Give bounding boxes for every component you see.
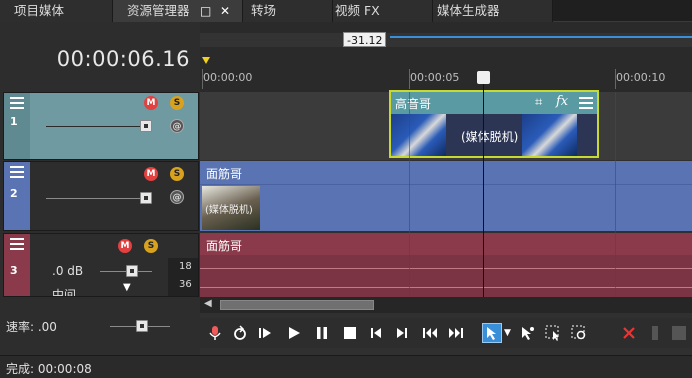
fx-icon[interactable]: fx [556, 94, 568, 109]
pan-slider-knob[interactable]: ▼ [123, 282, 131, 293]
loop-region-bar[interactable] [390, 36, 692, 38]
audio-waveform [200, 268, 692, 269]
rewind-icon[interactable] [421, 324, 439, 342]
start-marker-icon[interactable] [202, 57, 210, 64]
rate-slider-knob[interactable] [136, 320, 148, 332]
close-icon[interactable]: ✕ [220, 0, 230, 22]
loop-icon[interactable] [231, 324, 249, 342]
solo-icon[interactable]: S [144, 239, 158, 253]
playhead-line[interactable] [483, 84, 484, 298]
pan-readout: 中间 [52, 288, 77, 296]
composite-icon[interactable]: @ [170, 190, 184, 204]
level-slider-knob[interactable] [140, 192, 152, 204]
tab-transitions[interactable]: 转场 [243, 0, 333, 22]
video-clip-2[interactable]: 面筋哥 [200, 161, 692, 185]
prev-frame-icon[interactable] [367, 324, 385, 342]
volume-readout: .0 dB [52, 264, 84, 278]
track-number: 1 [10, 115, 18, 128]
track-header-2[interactable]: 2 M S @ [3, 161, 199, 231]
audio-clip-3[interactable]: 面筋哥 [200, 233, 692, 255]
solo-icon[interactable]: S [170, 167, 184, 181]
scrollbar-thumb[interactable] [220, 300, 374, 310]
stop-icon[interactable] [341, 324, 359, 342]
meter-tick: 18 [179, 261, 192, 272]
volume-slider-knob[interactable] [126, 265, 138, 277]
ruler-label: 00:00:10 [616, 71, 666, 84]
scroll-left-icon[interactable]: ◀ [204, 298, 212, 309]
envelope-tool-icon[interactable] [518, 324, 536, 342]
crop-icon[interactable]: ⌗ [535, 95, 542, 110]
trim-start-icon[interactable] [652, 326, 658, 340]
offline-label: (媒体脱机) [461, 130, 519, 144]
clip-thumbnail [522, 114, 577, 156]
trim-end-icon[interactable] [672, 326, 686, 340]
clip-thumbnail: (媒体脱机) [202, 186, 260, 230]
play-from-start-icon[interactable] [256, 324, 274, 342]
next-frame-icon[interactable] [393, 324, 411, 342]
playhead-handle-icon[interactable] [477, 71, 490, 84]
clip-title: 面筋哥 [206, 239, 243, 253]
track-header-1[interactable]: 1 M S @ [3, 92, 199, 160]
hamburger-icon[interactable] [10, 238, 24, 250]
ruler-label: 00:00:05 [410, 71, 460, 84]
hamburger-icon[interactable] [579, 97, 593, 109]
delete-icon[interactable] [620, 324, 638, 342]
horizontal-scrollbar[interactable]: ◀ [200, 297, 692, 313]
meter-tick: 36 [179, 279, 192, 290]
audio-meter: 18 36 [168, 258, 198, 296]
mute-icon[interactable]: M [118, 239, 132, 253]
pause-icon[interactable] [313, 324, 331, 342]
clip-title: 高音哥 [395, 97, 432, 111]
docking-tab-bar: 项目媒体 资源管理器 □ ✕ 转场 视频 FX 媒体生成器 [0, 0, 692, 22]
track-number: 2 [10, 187, 18, 200]
fast-forward-icon[interactable] [447, 324, 465, 342]
rate-label: 速率: .00 [6, 320, 57, 334]
record-icon[interactable] [206, 324, 224, 342]
track-number: 3 [10, 264, 18, 277]
audio-waveform [200, 287, 692, 288]
ruler-label: 00:00:00 [203, 71, 253, 84]
selection-tool-icon[interactable] [544, 324, 562, 342]
hamburger-icon[interactable] [10, 97, 24, 109]
solo-icon[interactable]: S [170, 96, 184, 110]
tab-media-generators[interactable]: 媒体生成器 [433, 0, 553, 22]
composite-icon[interactable]: @ [170, 119, 184, 133]
track-header-3[interactable]: 3 M S .0 dB ▼ 中间 18 36 [3, 233, 199, 297]
tab-video-fx[interactable]: 视频 FX [333, 0, 433, 22]
clip-thumbnail [391, 114, 446, 156]
timecode-display: 00:00:06.16 [56, 47, 190, 71]
marker-readout: -31.12 [343, 32, 387, 47]
tab-project-media[interactable]: 项目媒体 [0, 0, 113, 22]
hamburger-icon[interactable] [10, 166, 24, 178]
mute-icon[interactable]: M [144, 167, 158, 181]
video-clip-1[interactable]: 高音哥 ⌗ fx (媒体脱机) [389, 90, 599, 158]
status-text: 完成: 00:00:08 [6, 362, 92, 376]
clip-title: 面筋哥 [206, 167, 243, 181]
transport-toolbar: ▼ [200, 318, 692, 348]
zoom-tool-icon[interactable] [570, 324, 588, 342]
mute-icon[interactable]: M [144, 96, 158, 110]
status-bar: 完成: 00:00:08 [0, 355, 692, 378]
play-icon[interactable] [285, 324, 303, 342]
level-slider-knob[interactable] [140, 120, 152, 132]
restore-icon[interactable]: □ [200, 0, 211, 22]
chevron-down-icon[interactable]: ▼ [504, 328, 511, 338]
offline-label: (媒体脱机) [205, 205, 253, 216]
normal-edit-tool-icon[interactable] [482, 323, 502, 343]
